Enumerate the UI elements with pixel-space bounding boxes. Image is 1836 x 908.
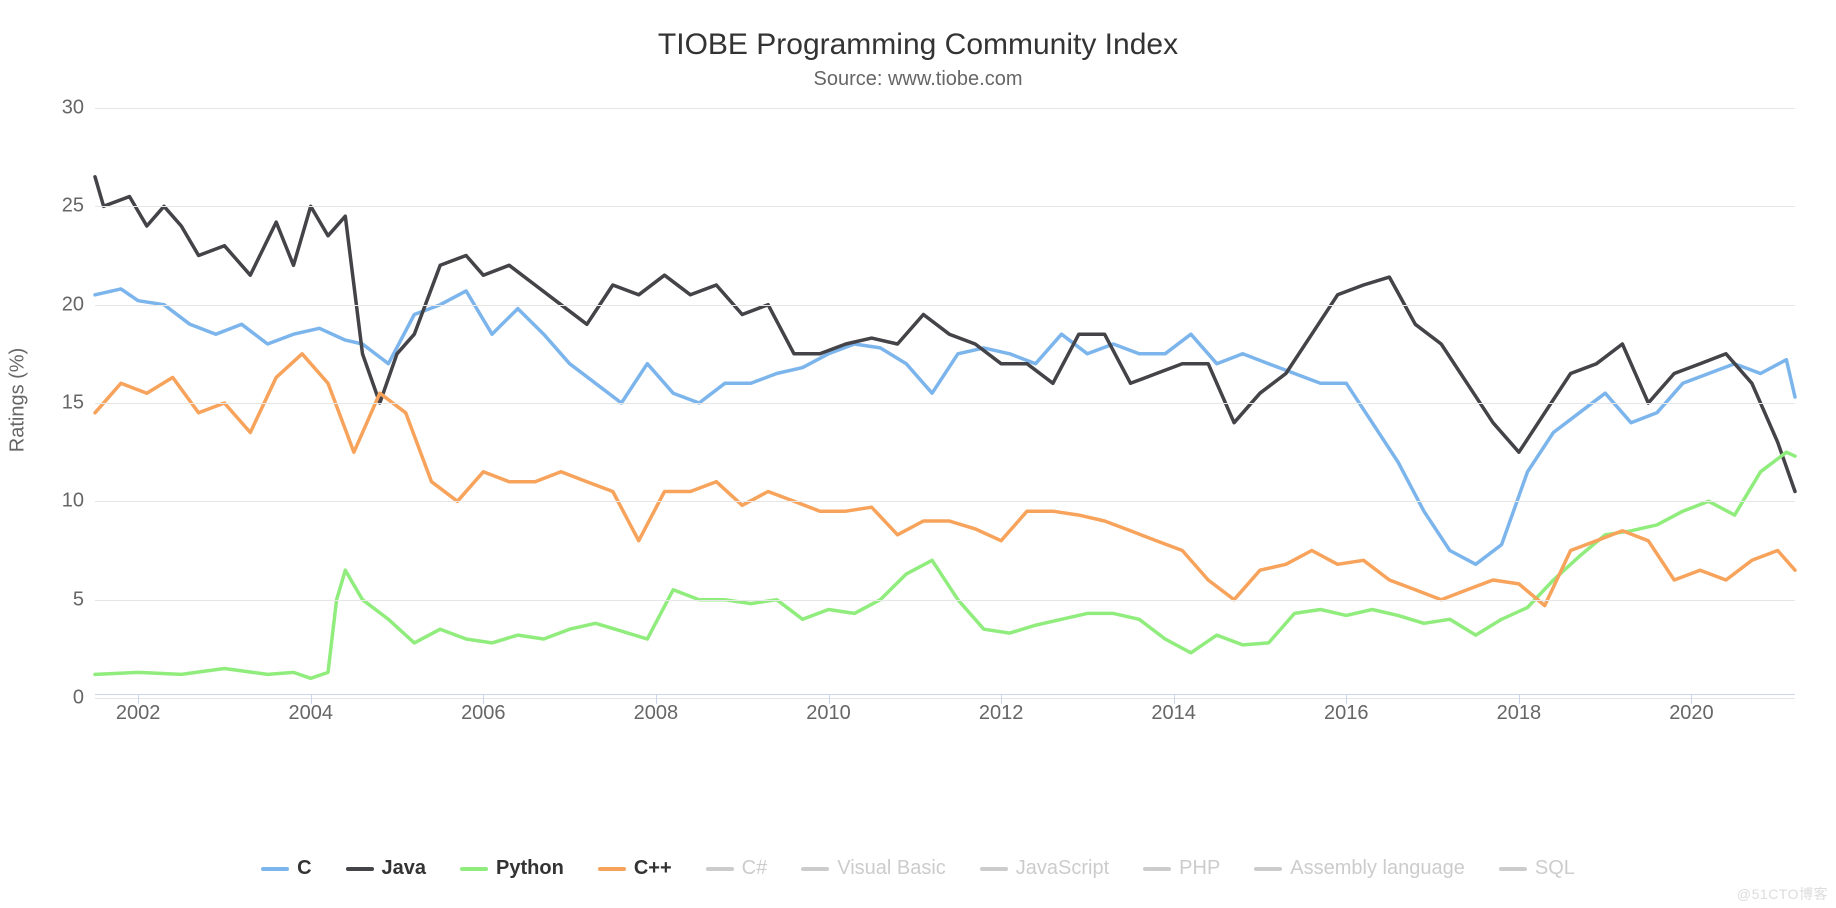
grid-line [95,698,1795,699]
x-tick-mark [1346,694,1347,704]
x-tick-mark [1174,694,1175,704]
legend-label: C [297,857,311,880]
legend-swatch [598,867,626,871]
x-tick-label: 2004 [288,702,333,725]
legend-item-visual-basic[interactable]: Visual Basic [801,857,946,880]
y-tick-label: 20 [14,293,84,316]
legend-item-php[interactable]: PHP [1143,857,1220,880]
x-tick-mark [829,694,830,704]
y-tick-label: 30 [14,97,84,120]
x-tick-mark [1691,694,1692,704]
legend-label: PHP [1179,857,1220,880]
legend-label: SQL [1535,857,1575,880]
x-tick-mark [656,694,657,704]
chart-title: TIOBE Programming Community Index [0,0,1836,62]
chart-subtitle: Source: www.tiobe.com [0,68,1836,91]
y-tick-label: 5 [14,588,84,611]
x-tick-mark [483,694,484,704]
y-tick-label: 25 [14,195,84,218]
x-tick-label: 2006 [461,702,506,725]
legend-item-python[interactable]: Python [460,857,564,880]
legend: C Java Python C++ C# Visual Basic JavaScript PH… [0,857,1836,880]
legend-swatch [1254,867,1282,871]
legend-label: Assembly language [1290,857,1465,880]
legend-item-c-[interactable]: C# [706,857,768,880]
legend-label: JavaScript [1016,857,1109,880]
legend-item-java[interactable]: Java [346,857,427,880]
legend-label: Visual Basic [837,857,946,880]
legend-label: Java [382,857,427,880]
grid-line [95,600,1795,601]
chart-container: TIOBE Programming Community Index Source… [0,0,1836,908]
x-tick-mark [1519,694,1520,704]
legend-swatch [980,867,1008,871]
legend-item-c[interactable]: C [261,857,311,880]
legend-swatch [261,867,289,871]
y-tick-label: 15 [14,392,84,415]
x-tick-label: 2014 [1151,702,1196,725]
x-tick-label: 2018 [1497,702,1542,725]
legend-swatch [460,867,488,871]
legend-swatch [1499,867,1527,871]
legend-label: C++ [634,857,672,880]
grid-line [95,206,1795,207]
legend-item-sql[interactable]: SQL [1499,857,1575,880]
grid-line [95,305,1795,306]
legend-item-javascript[interactable]: JavaScript [980,857,1109,880]
x-tick-label: 2008 [634,702,679,725]
legend-item-assembly-language[interactable]: Assembly language [1254,857,1465,880]
grid-line [95,403,1795,404]
x-tick-label: 2010 [806,702,851,725]
legend-swatch [1143,867,1171,871]
grid-line [95,501,1795,502]
series-line-c- [95,354,1795,606]
x-tick-label: 2012 [979,702,1024,725]
grid-line [95,108,1795,109]
x-tick-label: 2002 [116,702,161,725]
y-tick-label: 0 [14,687,84,710]
y-tick-label: 10 [14,490,84,513]
legend-swatch [706,867,734,871]
x-axis-line [95,694,1795,695]
x-tick-label: 2020 [1669,702,1714,725]
x-tick-mark [311,694,312,704]
legend-label: C# [742,857,768,880]
legend-swatch [346,867,374,871]
x-tick-mark [1001,694,1002,704]
legend-swatch [801,867,829,871]
legend-item-c-[interactable]: C++ [598,857,672,880]
series-line-python [95,452,1795,678]
watermark: @51CTO博客 [1737,884,1828,904]
legend-label: Python [496,857,564,880]
x-tick-label: 2016 [1324,702,1369,725]
x-tick-mark [138,694,139,704]
